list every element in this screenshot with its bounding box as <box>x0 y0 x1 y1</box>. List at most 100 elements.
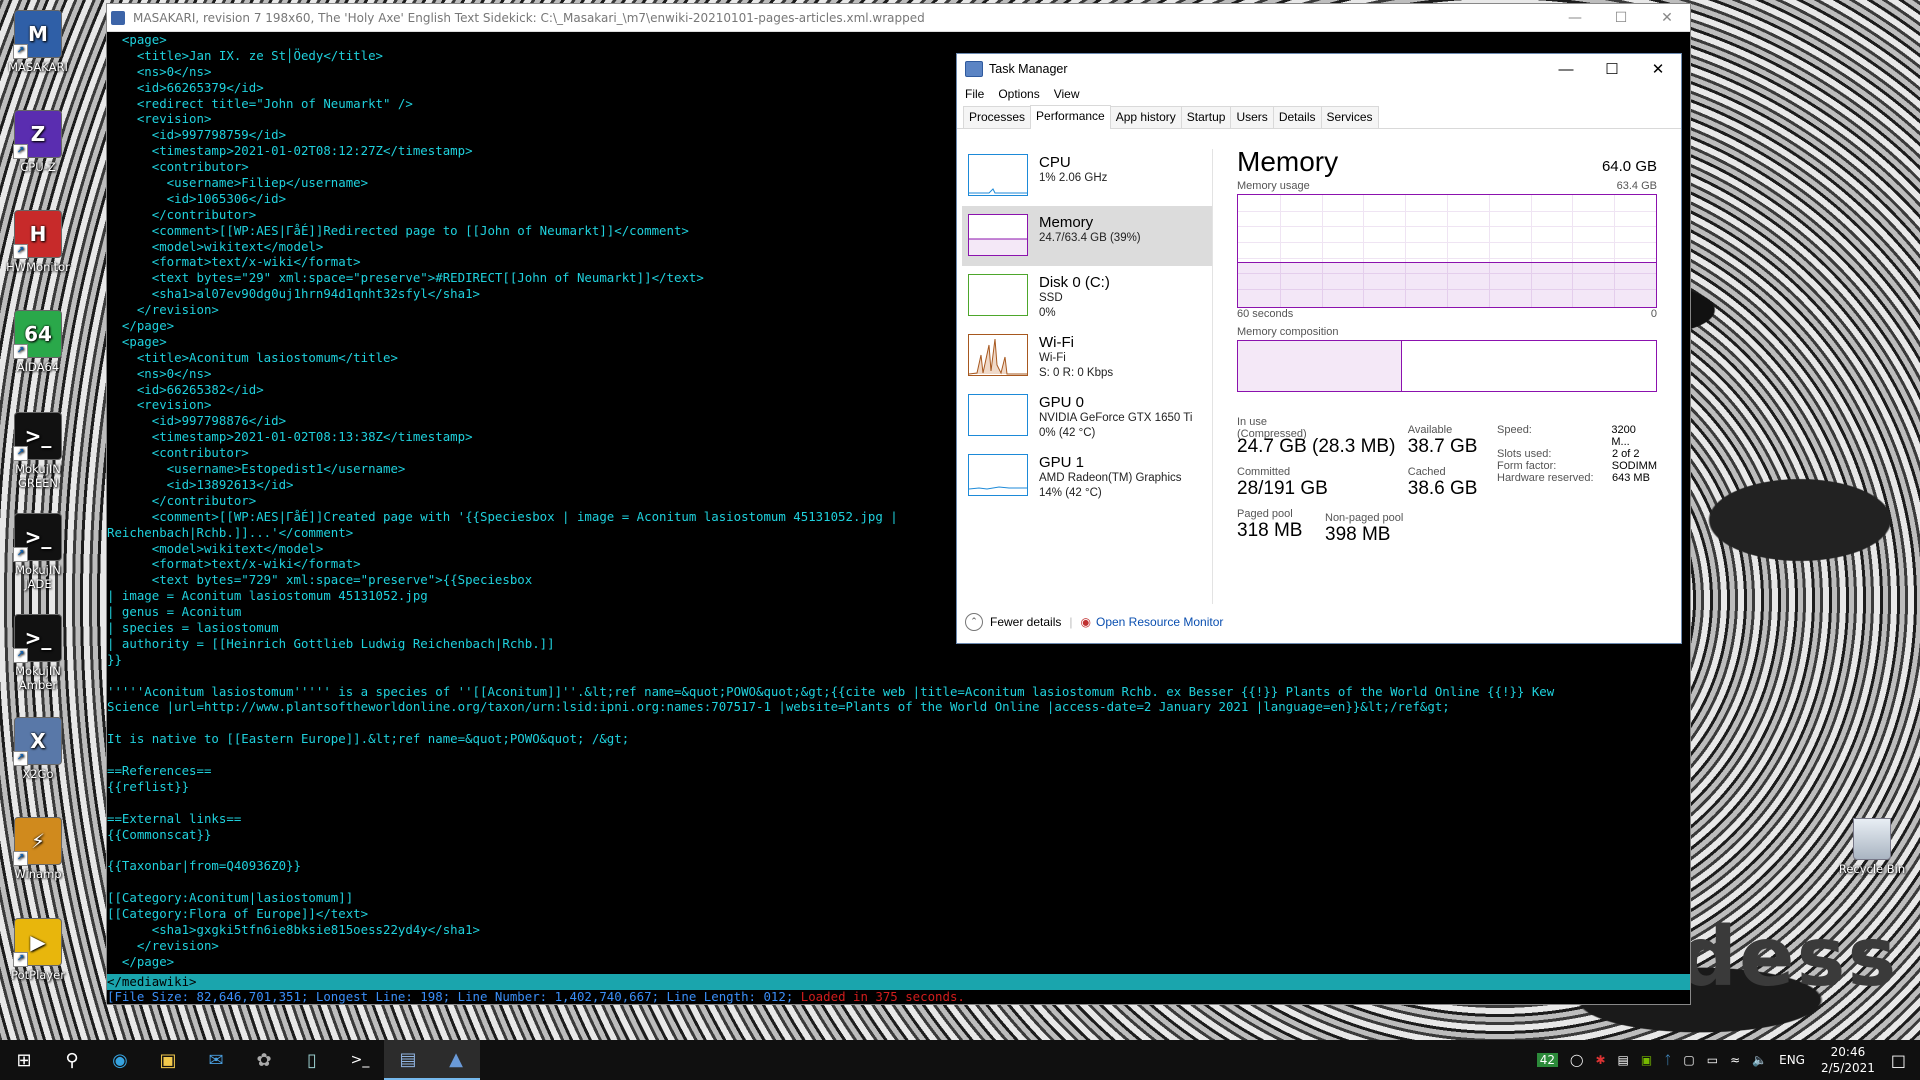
available-value: 38.7 GB <box>1407 436 1478 457</box>
desktop-shortcut[interactable]: M ↗ MASAKARI <box>0 10 76 74</box>
clock-time: 20:46 <box>1830 1045 1866 1059</box>
perf-item-name: Disk 0 (C:) <box>1039 274 1110 291</box>
console-line: ==References== <box>107 762 212 778</box>
masakari-taskbar-icon[interactable]: ▲ <box>432 1040 480 1080</box>
tm-titlebar[interactable]: Task Manager — ☐ ✕ <box>957 54 1681 84</box>
perf-item-sub: Wi-Fi <box>1039 352 1066 364</box>
tm-minimize-button[interactable]: — <box>1543 61 1589 78</box>
memory-composition-in-use <box>1238 341 1403 391</box>
terminal-icon[interactable]: >_ <box>336 1040 384 1080</box>
nonpaged-pool-label: Non-paged pool <box>1325 512 1404 524</box>
committed-value: 28/191 GB <box>1237 478 1328 499</box>
language-indicator[interactable]: ENG <box>1779 1053 1805 1067</box>
perf-item-sub: AMD Radeon(TM) Graphics <box>1039 472 1182 484</box>
shortcut-arrow-icon: ↗ <box>13 244 28 259</box>
tm-title: Task Manager <box>989 62 1068 76</box>
battery-icon[interactable]: ▭ <box>1707 1053 1718 1067</box>
shortcut-arrow-icon: ↗ <box>13 952 28 967</box>
perf-item-gpu1[interactable]: GPU 1 AMD Radeon(TM) Graphics 14% (42 °C… <box>962 446 1212 506</box>
tm-maximize-button[interactable]: ☐ <box>1589 60 1635 78</box>
desktop-shortcut-label: MASAKARI <box>8 60 68 74</box>
tab-users[interactable]: Users <box>1230 106 1274 128</box>
console-line: <sha1>gxgki5tfn6ie8bksie815oess22yd4y</s… <box>107 921 480 937</box>
perf-item-wifi[interactable]: Wi-Fi Wi-Fi S: 0 R: 0 Kbps <box>962 326 1212 386</box>
desktop-shortcut-label: MokujIN GREEN <box>15 462 61 490</box>
recycle-bin-shortcut[interactable]: Recycle Bin <box>1824 818 1920 876</box>
tray-icon[interactable]: ▣ <box>1641 1053 1652 1067</box>
in-use-value: 24.7 GB (28.3 MB) <box>1237 436 1396 457</box>
shortcut-arrow-icon: ↗ <box>13 851 28 866</box>
desktop-shortcut-label: AIDA64 <box>16 360 60 374</box>
perf-item-memory[interactable]: Memory 24.7/63.4 GB (39%) <box>962 206 1212 266</box>
time-left-label: 60 seconds <box>1237 308 1294 320</box>
desktop-shortcut-label: PotPlayer <box>11 968 65 982</box>
desktop-shortcut[interactable]: 64 ↗ AIDA64 <box>0 310 76 374</box>
tab-details[interactable]: Details <box>1272 106 1322 128</box>
open-resource-monitor-link[interactable]: Open Resource Monitor <box>1096 615 1223 629</box>
memory-composition-label: Memory composition <box>1237 326 1339 338</box>
desktop-shortcut[interactable]: Z ↗ CPU-Z <box>0 110 76 174</box>
tm-menubar: File Options View <box>957 84 1681 104</box>
close-button[interactable]: ✕ <box>1644 10 1690 26</box>
app-icon-2[interactable]: ▯ <box>288 1040 336 1080</box>
file-explorer-icon[interactable]: ▣ <box>144 1040 192 1080</box>
tab-startup[interactable]: Startup <box>1180 106 1232 128</box>
tray-icon[interactable]: ▢ <box>1683 1053 1694 1067</box>
x2go-icon: X ↗ <box>13 717 62 766</box>
minimize-button[interactable]: — <box>1552 10 1598 26</box>
loaded-text: Loaded in 375 seconds. <box>800 989 965 1004</box>
tab-services[interactable]: Services <box>1320 106 1379 128</box>
tray-icon[interactable]: ✱ <box>1595 1053 1605 1067</box>
console-line: {{Taxonbar|from=Q40936Z0}} <box>107 858 301 874</box>
desktop-shortcut[interactable]: >_ ↗ MokujIN GREEN <box>0 412 76 490</box>
menu-options[interactable]: Options <box>998 87 1039 101</box>
desktop-shortcut[interactable]: >_ ↗ MokujIN JADE <box>0 513 76 591</box>
fewer-details-button[interactable]: Fewer details <box>990 615 1061 629</box>
wifi-sparkline <box>968 334 1028 376</box>
disk-sparkline <box>968 274 1028 316</box>
perf-item-sub: NVIDIA GeForce GTX 1650 Ti <box>1039 412 1193 424</box>
clock[interactable]: 20:46 2/5/2021 <box>1821 1044 1875 1076</box>
desktop-shortcut[interactable]: X ↗ X2Go <box>0 717 76 781</box>
notification-icon[interactable]: □ <box>1891 1051 1906 1070</box>
temperature-badge[interactable]: 42 <box>1536 1053 1559 1067</box>
menu-view[interactable]: View <box>1054 87 1080 101</box>
edge-icon[interactable]: ◉ <box>96 1040 144 1080</box>
tab-app-history[interactable]: App history <box>1109 106 1182 128</box>
task-manager-window[interactable]: Task Manager — ☐ ✕ File Options View Pro… <box>956 53 1682 644</box>
task-manager-taskbar-icon[interactable]: ▤ <box>384 1040 432 1080</box>
start-button[interactable]: ⊞ <box>0 1040 48 1080</box>
desktop-shortcut[interactable]: ⚡ ↗ Winamp <box>0 817 76 881</box>
desktop-shortcut[interactable]: ▶ ↗ PotPlayer <box>0 918 76 982</box>
desktop-shortcut[interactable]: H ↗ HWMonitor <box>0 210 76 274</box>
perf-item-disk[interactable]: Disk 0 (C:) SSD 0% <box>962 266 1212 326</box>
shortcut-arrow-icon: ↗ <box>13 344 28 359</box>
perf-item-gpu0[interactable]: GPU 0 NVIDIA GeForce GTX 1650 Ti 0% (42 … <box>962 386 1212 446</box>
mail-icon[interactable]: ✉ <box>192 1040 240 1080</box>
tab-processes[interactable]: Processes <box>963 106 1032 128</box>
console-line: {{reflist}} <box>107 778 190 794</box>
tm-close-button[interactable]: ✕ <box>1635 60 1681 78</box>
console-line: Science |url=http://www.plantsoftheworld… <box>107 699 1450 715</box>
tray-icon[interactable]: ◯ <box>1570 1053 1583 1067</box>
wifi-icon[interactable]: ≈ <box>1730 1053 1740 1067</box>
slots-label: Slots used: <box>1497 448 1552 460</box>
menu-file[interactable]: File <box>965 87 984 101</box>
maximize-button[interactable]: ☐ <box>1598 10 1644 26</box>
console-titlebar[interactable]: MASAKARI, revision 7 198x60, The 'Holy A… <box>107 4 1690 32</box>
volume-icon[interactable]: 🔈 <box>1752 1053 1767 1067</box>
masakari-icon <box>111 10 125 25</box>
cached-label: Cached <box>1407 466 1446 478</box>
app-icon-1[interactable]: ✿ <box>240 1040 288 1080</box>
tab-performance[interactable]: Performance <box>1030 105 1111 129</box>
desktop-shortcut[interactable]: >_ ↗ MokujIN Amber <box>0 614 76 692</box>
search-icon[interactable]: ⚲ <box>48 1040 96 1080</box>
perf-item-cpu[interactable]: CPU 1% 2.06 GHz <box>962 146 1212 206</box>
bluetooth-icon[interactable]: ᛏ <box>1664 1053 1671 1067</box>
perf-item-sub: 24.7/63.4 GB (39%) <box>1039 232 1141 244</box>
task-manager-icon <box>965 61 983 77</box>
chevron-up-icon: ⌃ <box>965 613 983 631</box>
tray-icon[interactable]: ▤ <box>1618 1053 1629 1067</box>
